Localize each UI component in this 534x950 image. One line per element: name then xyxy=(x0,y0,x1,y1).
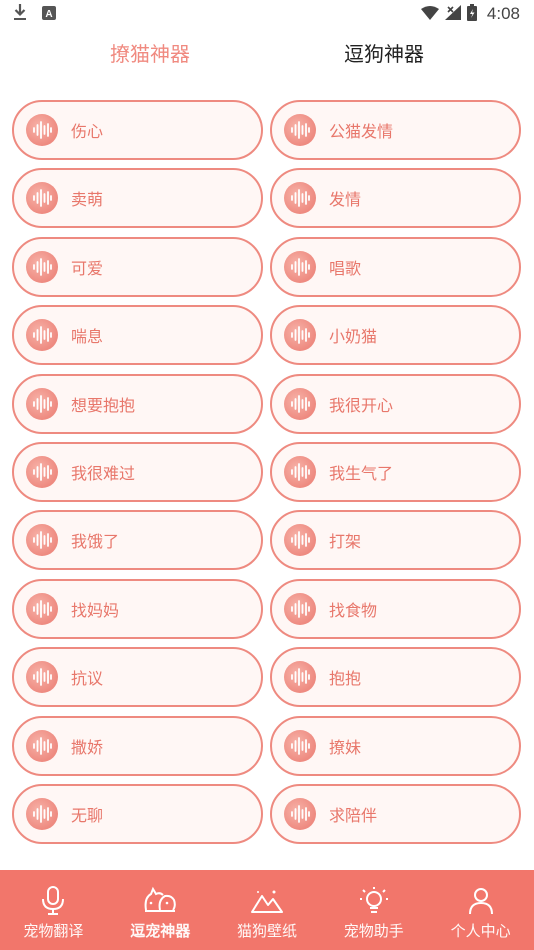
download-icon xyxy=(12,3,28,25)
sound-wave-icon xyxy=(26,250,58,283)
status-bar: A 4:08 xyxy=(0,0,534,28)
sound-button[interactable]: 喘息 xyxy=(12,305,263,366)
sound-button-label: 撒娇 xyxy=(71,737,104,757)
sound-wave-icon xyxy=(26,182,58,215)
sound-wave-icon xyxy=(26,592,58,625)
sound-button-label: 我很难过 xyxy=(71,464,136,483)
nav-item-profile[interactable]: 个人中心 xyxy=(427,870,534,950)
sound-button[interactable]: 卖萌 xyxy=(12,168,263,229)
nav-label: 宠物助手 xyxy=(343,922,404,940)
sound-button[interactable]: 唱歌 xyxy=(270,236,521,297)
sound-wave-icon xyxy=(284,456,316,488)
nav-item-pet-assistant[interactable]: 宠物助手 xyxy=(320,870,427,950)
sound-wave-icon xyxy=(284,319,316,352)
sound-button[interactable]: 抗议 xyxy=(12,647,263,708)
sound-button[interactable]: 我很开心 xyxy=(270,373,521,434)
sound-wave-icon xyxy=(284,729,316,762)
sound-wave-icon xyxy=(284,114,316,146)
person-icon xyxy=(467,886,495,916)
sound-button-label: 我饿了 xyxy=(71,532,120,552)
lightbulb-icon xyxy=(359,886,389,916)
sound-button[interactable]: 撒娇 xyxy=(12,715,263,776)
sound-button[interactable]: 求陪伴 xyxy=(270,784,521,844)
sound-button-label: 发情 xyxy=(329,190,362,210)
sound-button[interactable]: 伤心 xyxy=(12,100,263,160)
sound-wave-icon xyxy=(26,798,58,830)
tab-cat-tools[interactable]: 撩猫神器 xyxy=(60,36,240,72)
nav-item-pet-translate[interactable]: 宠物翻译 xyxy=(0,870,107,950)
sound-wave-icon xyxy=(284,592,316,625)
sound-grid: 伤心卖萌可爱喘息想要抱抱我很难过我饿了找妈妈抗议撒娇无聊 公猫发情发情唱歌小奶猫我… xyxy=(12,100,522,852)
sound-wave-icon xyxy=(26,387,58,420)
tab-dog-tools[interactable]: 逗狗神器 xyxy=(294,36,474,72)
sound-button[interactable]: 撩妹 xyxy=(270,715,521,776)
nav-label: 猫狗壁纸 xyxy=(236,922,297,940)
sound-wave-icon xyxy=(284,661,316,694)
signal-icon xyxy=(444,4,461,24)
sound-wave-icon xyxy=(26,729,58,762)
nav-label: 逗宠神器 xyxy=(130,922,191,940)
sound-button[interactable]: 可爱 xyxy=(12,236,263,297)
sound-button[interactable]: 发情 xyxy=(270,168,521,229)
sound-button[interactable]: 找食物 xyxy=(270,578,521,639)
sound-button-label: 想要抱抱 xyxy=(71,395,136,415)
sound-button[interactable]: 公猫发情 xyxy=(270,100,521,160)
sound-button[interactable]: 我饿了 xyxy=(12,510,263,571)
sound-button[interactable]: 我生气了 xyxy=(270,442,521,502)
sound-wave-icon xyxy=(284,798,316,830)
sound-button-label: 喘息 xyxy=(71,327,104,347)
sound-button[interactable]: 小奶猫 xyxy=(270,305,521,366)
sound-wave-icon xyxy=(284,524,316,557)
status-left: A xyxy=(12,3,56,25)
sound-button-label: 伤心 xyxy=(71,122,104,141)
sound-wave-icon xyxy=(26,456,58,488)
sound-button[interactable]: 抱抱 xyxy=(270,647,521,708)
microphone-icon xyxy=(40,886,66,916)
nav-label: 个人中心 xyxy=(450,922,511,940)
sound-wave-icon xyxy=(284,182,316,215)
sound-button[interactable]: 无聊 xyxy=(12,784,263,844)
sound-button-label: 求陪伴 xyxy=(329,806,378,825)
sound-button-label: 卖萌 xyxy=(71,190,104,210)
sound-button-label: 唱歌 xyxy=(329,258,362,278)
sound-button-label: 公猫发情 xyxy=(329,122,394,141)
sound-button[interactable]: 想要抱抱 xyxy=(12,373,263,434)
sound-button-label: 抗议 xyxy=(71,669,104,689)
sound-button-label: 打架 xyxy=(329,532,362,552)
category-tabs: 撩猫神器 逗狗神器 xyxy=(0,36,534,76)
pet-faces-icon xyxy=(143,886,177,916)
sound-wave-icon xyxy=(26,319,58,352)
sound-button-label: 找妈妈 xyxy=(71,600,120,620)
sound-button-label: 可爱 xyxy=(71,258,104,278)
sound-button-label: 无聊 xyxy=(71,806,104,825)
sound-button[interactable]: 我很难过 xyxy=(12,442,263,502)
sound-button-label: 找食物 xyxy=(329,600,378,620)
app-notification-icon: A xyxy=(42,5,56,24)
svg-text:A: A xyxy=(45,9,52,20)
sound-wave-icon xyxy=(26,524,58,557)
status-right: 4:08 xyxy=(420,3,520,25)
sound-button-label: 小奶猫 xyxy=(329,327,378,347)
bottom-nav: 宠物翻译 逗宠神器 猫狗壁纸 宠物助手 个人中心 xyxy=(0,870,534,950)
sound-button-label: 抱抱 xyxy=(329,669,362,689)
mountain-image-icon xyxy=(250,886,284,916)
sound-button-label: 撩妹 xyxy=(329,737,362,757)
nav-item-wallpaper[interactable]: 猫狗壁纸 xyxy=(214,870,321,950)
wifi-icon xyxy=(420,5,439,24)
sound-button[interactable]: 打架 xyxy=(270,510,521,571)
nav-label: 宠物翻译 xyxy=(23,922,84,940)
sound-wave-icon xyxy=(26,661,58,694)
sound-button[interactable]: 找妈妈 xyxy=(12,578,263,639)
nav-item-pet-tease[interactable]: 逗宠神器 xyxy=(107,870,214,950)
sound-button-label: 我生气了 xyxy=(329,464,394,483)
sound-wave-icon xyxy=(26,114,58,146)
sound-wave-icon xyxy=(284,250,316,283)
status-time: 4:08 xyxy=(486,4,520,23)
sound-wave-icon xyxy=(284,387,316,420)
battery-icon xyxy=(466,3,477,25)
sound-button-label: 我很开心 xyxy=(329,395,394,415)
